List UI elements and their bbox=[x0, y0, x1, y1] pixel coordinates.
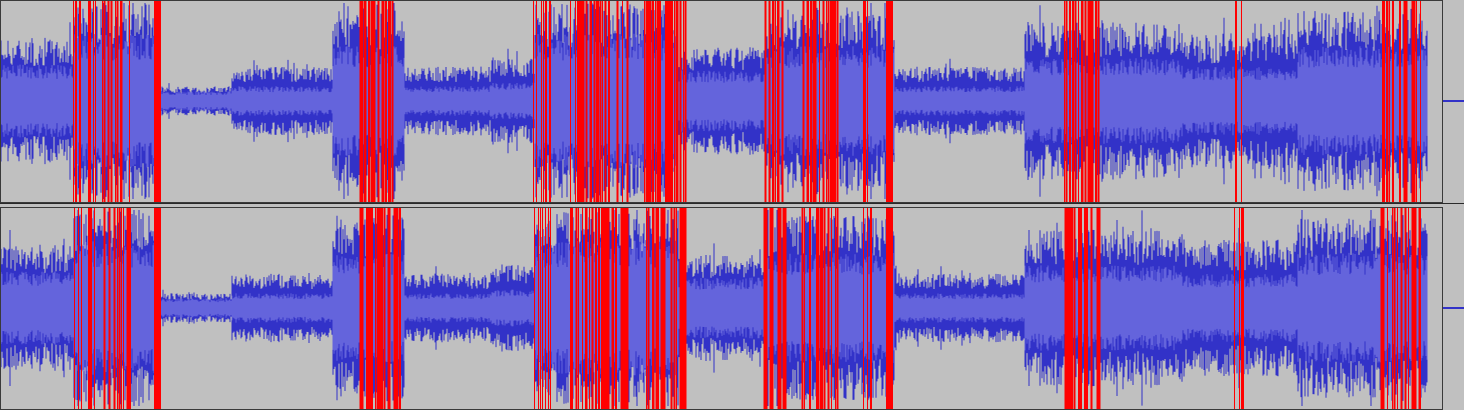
waveform-channel-right[interactable] bbox=[0, 207, 1443, 410]
waveform-right-canvas bbox=[1, 208, 1428, 409]
track-end-marker-right bbox=[1443, 307, 1464, 309]
clipping-indicator bbox=[1064, 1, 1100, 202]
clipping-indicator bbox=[1380, 208, 1421, 409]
clipping-indicator bbox=[359, 208, 401, 409]
audio-editor-tracks bbox=[0, 0, 1464, 410]
waveform-channel-left[interactable] bbox=[0, 0, 1443, 203]
waveform-left-canvas bbox=[1, 1, 1428, 202]
clipping-indicator bbox=[154, 208, 161, 409]
clipping-indicator bbox=[154, 1, 161, 202]
clipping-indicator bbox=[886, 1, 893, 202]
clipping-indicator bbox=[886, 208, 893, 409]
track-end-marker-left bbox=[1443, 100, 1464, 102]
